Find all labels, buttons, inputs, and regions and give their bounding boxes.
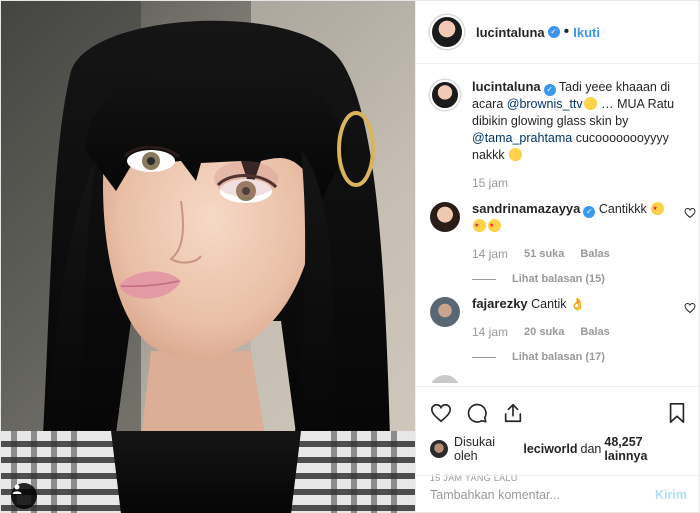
- verified-icon: ✓: [547, 26, 560, 38]
- view-replies-label: Lihat balasan (15): [512, 273, 605, 285]
- comment-body: Cantikkk: [595, 202, 651, 216]
- post-comment-button[interactable]: Kirim: [655, 488, 687, 502]
- divider: [472, 278, 496, 280]
- caption-meta: 15 jam: [472, 176, 684, 190]
- follow-button[interactable]: Ikuti: [573, 25, 600, 40]
- share-icon[interactable]: [502, 402, 524, 424]
- comment-username[interactable]: fajarezky: [472, 296, 528, 311]
- verified-icon: ✓: [583, 206, 596, 218]
- avatar[interactable]: [430, 15, 464, 49]
- post-details-panel: lucintaluna ✓ • Ikuti lucintaluna ✓ Tadi …: [415, 1, 700, 513]
- bookmark-icon[interactable]: [667, 402, 687, 424]
- comment-time[interactable]: 14 jam: [472, 325, 508, 339]
- divider: [472, 356, 496, 358]
- user-tag-icon: [12, 484, 22, 494]
- comment-likes[interactable]: 51 suka: [524, 248, 564, 260]
- view-replies-button[interactable]: Lihat balasan (15): [472, 273, 684, 285]
- comment-text: fajarezky Cantik 👌: [472, 295, 684, 313]
- ok-hand-emoji-icon: 👌: [570, 297, 585, 311]
- user-tag-button[interactable]: [11, 483, 37, 509]
- action-bar: Disukai oleh leciworld dan 48,257 lainny…: [416, 386, 700, 483]
- comment-likes[interactable]: 20 suka: [524, 326, 564, 338]
- avatar[interactable]: [430, 375, 460, 383]
- likes-prefix: Disukai oleh: [454, 435, 495, 463]
- reply-button[interactable]: Balas: [580, 248, 609, 260]
- emoji-icon: [583, 97, 597, 110]
- comment-item: fajarezky Cantik 👌 14 jam 20 suka Balas …: [430, 295, 696, 363]
- emoji-icon: [509, 148, 523, 161]
- comment-meta: 14 jam 20 suka Balas: [472, 325, 684, 339]
- comment-text: sandrinamazayya ✓ Cantikkk: [472, 200, 684, 235]
- caption-time[interactable]: 15 jam: [472, 176, 508, 190]
- likes-count[interactable]: 48,257 lainnya: [604, 435, 687, 463]
- comment-item-partial: [430, 373, 687, 383]
- avatar[interactable]: [430, 440, 448, 458]
- avatar[interactable]: [430, 202, 460, 232]
- view-replies-button[interactable]: Lihat balasan (17): [472, 351, 684, 363]
- liker-username[interactable]: leciworld: [523, 442, 577, 456]
- comment-input[interactable]: [430, 488, 656, 502]
- likes-summary: Disukai oleh leciworld dan 48,257 lainny…: [430, 435, 687, 463]
- post-modal: lucintaluna ✓ • Ikuti lucintaluna ✓ Tadi …: [0, 0, 700, 513]
- comment-body: Cantik: [527, 297, 571, 311]
- action-icons: [430, 395, 687, 431]
- verified-icon: ✓: [543, 84, 556, 96]
- caption-username[interactable]: lucintaluna: [472, 79, 541, 94]
- star-eyes-emoji-icon: [488, 218, 501, 235]
- comment-icon[interactable]: [466, 402, 488, 424]
- mention-link[interactable]: @tama_prahtama: [472, 131, 572, 145]
- comment-like-icon[interactable]: [684, 206, 696, 285]
- likes-conjunction: dan: [580, 442, 602, 456]
- star-eyes-emoji-icon: [651, 201, 665, 218]
- comment-like-icon[interactable]: [684, 301, 696, 363]
- comment-item: sandrinamazayya✓ Cantikkk 14 jam 51 suka…: [430, 200, 696, 285]
- comments-list[interactable]: lucintaluna ✓ Tadi yeee khaaan di acara @…: [416, 64, 700, 386]
- avatar[interactable]: [430, 297, 460, 327]
- portrait-illustration: [1, 1, 415, 513]
- mention-link[interactable]: @brownis_ttv: [507, 97, 583, 111]
- star-eyes-emoji-icon: [473, 218, 486, 235]
- add-comment-form: Kirim: [416, 475, 700, 513]
- post-photo[interactable]: [1, 1, 415, 513]
- header-username[interactable]: lucintaluna: [476, 25, 545, 40]
- caption: lucintaluna ✓ Tadi yeee khaaan di acara @…: [430, 78, 687, 190]
- caption-text: lucintaluna ✓ Tadi yeee khaaan di acara @…: [472, 78, 684, 164]
- avatar[interactable]: [430, 80, 460, 110]
- heart-icon[interactable]: [430, 402, 452, 424]
- comment-time[interactable]: 14 jam: [472, 247, 508, 261]
- post-header: lucintaluna ✓ • Ikuti: [416, 1, 700, 64]
- view-replies-label: Lihat balasan (17): [512, 351, 605, 363]
- comment-meta: 14 jam 51 suka Balas: [472, 247, 684, 261]
- reply-button[interactable]: Balas: [580, 326, 609, 338]
- header-separator: •: [563, 23, 570, 40]
- comment-username[interactable]: sandrinamazayya: [472, 201, 580, 216]
